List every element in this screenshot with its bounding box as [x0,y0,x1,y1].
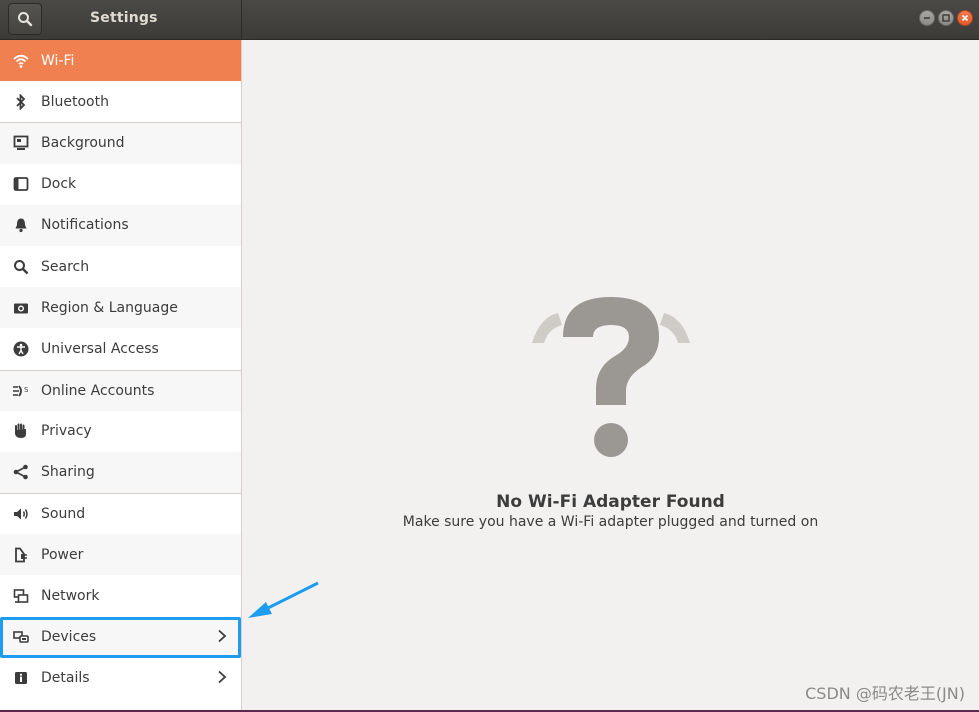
accessibility-icon [12,340,30,358]
empty-state-subtitle: Make sure you have a Wi-Fi adapter plugg… [402,514,819,530]
sidebar-item-privacy[interactable]: Privacy [0,411,241,452]
sidebar-item-label: Wi-Fi [41,52,75,69]
settings-sidebar: Wi-Fi Bluetooth Background Dock Notifica… [0,40,242,712]
bell-icon [12,216,30,234]
search-button[interactable] [8,3,42,35]
sidebar-item-label: Dock [41,176,77,193]
sidebar-item-network[interactable]: Network [0,575,241,616]
sidebar-item-notifications[interactable]: Notifications [0,204,241,246]
sidebar-item-label: Online Accounts [41,382,155,399]
camera-icon [12,299,30,317]
window-controls [919,10,973,26]
chevron-right-icon [217,670,227,688]
network-icon [12,587,30,605]
sidebar-item-background[interactable]: Background [0,122,241,164]
window-title: Settings [90,10,158,26]
power-icon [12,546,30,564]
sidebar-item-label: Details [41,670,90,687]
sidebar-item-label: Region & Language [41,299,178,316]
bluetooth-icon [12,93,30,111]
dock-icon [12,175,30,193]
main-panel: No Wi-Fi Adapter Found Make sure you hav… [242,40,979,712]
question-mark-icon [530,295,692,464]
chevron-right-icon [217,629,227,647]
wifi-icon [12,52,30,70]
sidebar-item-details[interactable]: Details [0,658,241,699]
svg-text:S: S [24,386,29,394]
sidebar-item-label: Devices [41,629,97,646]
sidebar-item-bluetooth[interactable]: Bluetooth [0,81,241,122]
maximize-button[interactable] [938,10,954,26]
info-icon [12,669,30,687]
sidebar-item-label: Network [41,588,100,605]
background-icon [12,134,30,152]
online-accounts-icon: S [12,382,30,400]
speaker-icon [12,505,30,523]
sidebar-item-label: Sound [41,506,86,523]
share-icon [12,463,30,481]
sidebar-item-search[interactable]: Search [0,246,241,287]
sidebar-item-sound[interactable]: Sound [0,493,241,534]
sidebar-item-power[interactable]: Power [0,534,241,576]
sidebar-item-sharing[interactable]: Sharing [0,451,241,494]
sidebar-item-label: Sharing [41,464,95,481]
sidebar-item-label: Power [41,546,84,563]
sidebar-item-universal-access[interactable]: Universal Access [0,328,241,369]
close-icon [961,14,969,22]
sidebar-item-label: Search [41,258,90,275]
header-bar: Settings [0,0,979,40]
sidebar-item-label: Privacy [41,423,92,440]
sidebar-item-region-language[interactable]: Region & Language [0,287,241,329]
minimize-icon [924,17,930,19]
hand-icon [12,422,30,440]
header-left-pane: Settings [0,0,242,40]
empty-state-title: No Wi-Fi Adapter Found [496,492,725,512]
watermark-text: CSDN @码农老王(JN) [805,684,965,703]
sidebar-item-label: Bluetooth [41,93,109,110]
sidebar-item-online-accounts[interactable]: S Online Accounts [0,369,241,411]
sidebar-item-label: Background [41,135,125,152]
sidebar-item-label: Universal Access [41,340,159,357]
minimize-button[interactable] [919,10,935,26]
sidebar-item-dock[interactable]: Dock [0,164,241,205]
devices-icon [12,628,30,646]
sidebar-item-wifi[interactable]: Wi-Fi [0,40,241,82]
close-button[interactable] [957,10,973,26]
maximize-icon [942,14,950,22]
search-icon [18,12,33,27]
sidebar-item-devices[interactable]: Devices [0,616,241,658]
annotation-arrow [244,580,324,626]
sidebar-item-label: Notifications [41,217,129,234]
search-icon [12,258,30,276]
